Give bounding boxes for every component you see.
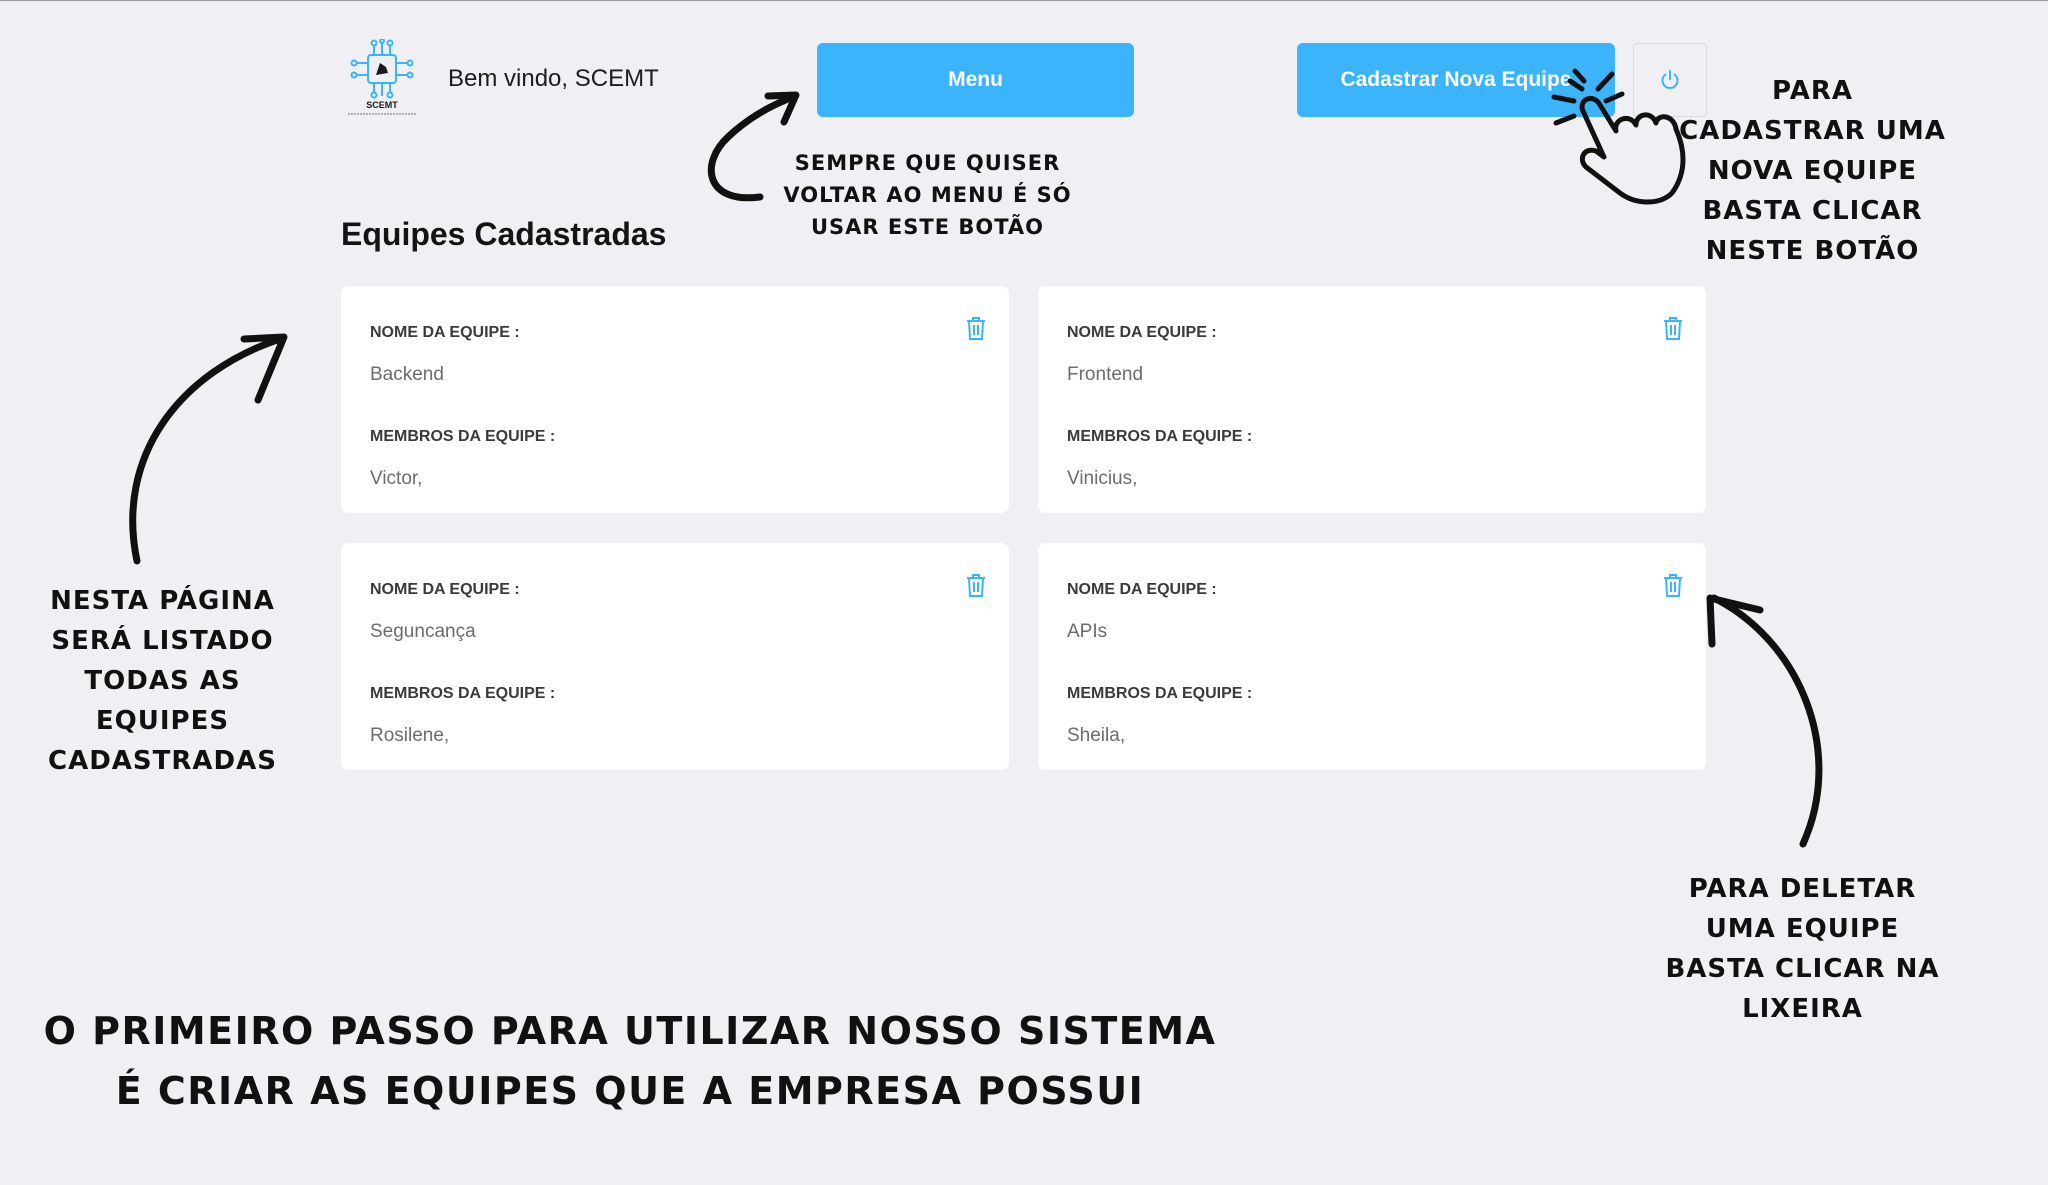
- annotation-arrows: [129, 68, 1823, 848]
- arrow-to-trash-icon: [1710, 594, 1823, 848]
- arrow-to-list-icon: [129, 334, 287, 565]
- pointing-hand-icon: [1551, 68, 1686, 205]
- arrow-to-menu-icon: [707, 93, 797, 202]
